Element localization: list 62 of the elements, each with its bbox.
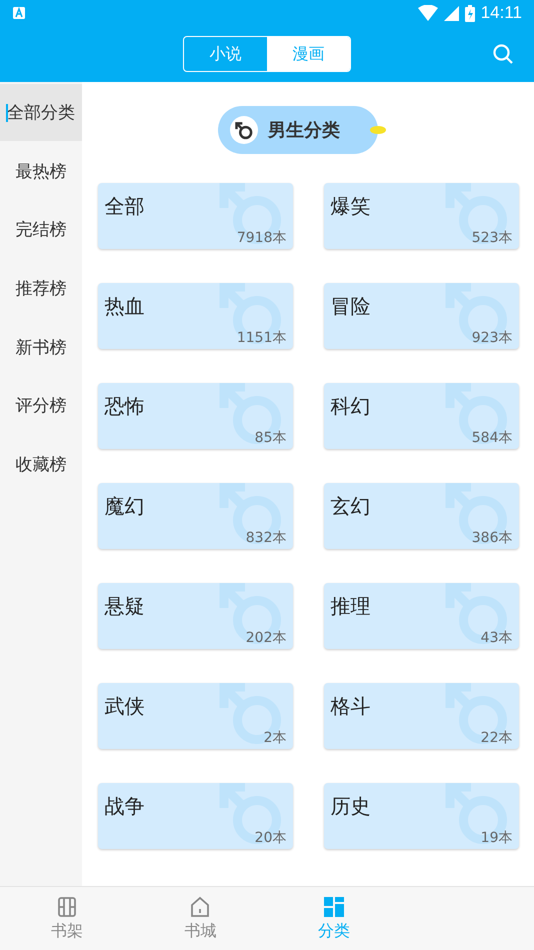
category-name: 全部 [104, 193, 144, 220]
category-card[interactable]: 玄幻 386本 [324, 483, 518, 549]
sidebar-item[interactable]: 最热榜 [0, 142, 82, 200]
category-card[interactable]: 魔幻 832本 [98, 483, 292, 549]
notification-icon [13, 7, 25, 19]
category-card[interactable]: 恐怖 85本 [98, 383, 292, 449]
category-name: 推理 [330, 593, 370, 620]
male-symbol-icon [234, 120, 254, 140]
book-count: 19本 [480, 829, 512, 847]
category-name: 格斗 [330, 693, 370, 720]
sidebar-item[interactable]: 完结榜 [0, 201, 82, 258]
category-name: 悬疑 [104, 593, 144, 620]
nav-label: 分类 [318, 921, 350, 942]
signal-icon [444, 6, 459, 20]
category-name: 冒险 [330, 293, 370, 320]
book-count: 7918本 [236, 229, 286, 247]
book-count: 85本 [254, 429, 286, 447]
book-count: 584本 [472, 429, 512, 447]
search-icon[interactable] [492, 43, 514, 65]
sidebar-item[interactable]: 全部分类 [0, 84, 82, 141]
category-name: 玄幻 [330, 493, 370, 520]
category-card[interactable]: 爆笑 523本 [324, 183, 518, 249]
sidebar-item[interactable]: 收藏榜 [0, 436, 82, 494]
category-card[interactable]: 推理 43本 [324, 583, 518, 649]
wifi-icon [418, 5, 438, 21]
sidebar-item[interactable]: 推荐榜 [0, 260, 82, 318]
book-count: 523本 [472, 229, 512, 247]
dot-icon [370, 126, 386, 134]
category-card[interactable]: 热血 1151本 [98, 283, 292, 349]
category-name: 热血 [104, 293, 144, 320]
category-card[interactable]: 武侠 2本 [98, 683, 292, 749]
category-card[interactable]: 全部 7918本 [98, 183, 292, 249]
category-card[interactable]: 悬疑 202本 [98, 583, 292, 649]
category-name: 战争 [104, 793, 144, 820]
book-count: 22本 [480, 729, 512, 747]
nav-label: 书架 [50, 921, 83, 942]
book-count: 1151本 [236, 329, 286, 347]
category-name: 恐怖 [104, 393, 144, 420]
category-name: 魔幻 [104, 493, 144, 520]
nav-label: 书城 [184, 921, 216, 942]
book-count: 202本 [246, 629, 286, 647]
category-card[interactable]: 格斗 22本 [324, 683, 518, 749]
category-name: 爆笑 [330, 193, 370, 220]
category-card[interactable]: 战争 20本 [98, 783, 292, 849]
section-title: 男生分类 [268, 119, 340, 142]
book-count: 2本 [264, 729, 286, 747]
grid-icon [322, 895, 346, 919]
category-name: 历史 [330, 793, 370, 820]
book-count: 832本 [246, 529, 286, 547]
book-count: 20本 [254, 829, 286, 847]
book-count: 923本 [472, 329, 512, 347]
sidebar-item[interactable]: 评分榜 [0, 377, 82, 434]
category-card[interactable]: 冒险 923本 [324, 283, 518, 349]
book-count: 43本 [480, 629, 512, 647]
category-card[interactable]: 历史 19本 [324, 783, 518, 849]
category-name: 武侠 [104, 693, 144, 720]
clock: 14:11 [480, 3, 522, 23]
sidebar-item[interactable]: 新书榜 [0, 318, 82, 376]
category-card[interactable]: 科幻 584本 [324, 383, 518, 449]
category-name: 科幻 [330, 393, 370, 420]
battery-icon [464, 4, 475, 22]
book-count: 386本 [472, 529, 512, 547]
